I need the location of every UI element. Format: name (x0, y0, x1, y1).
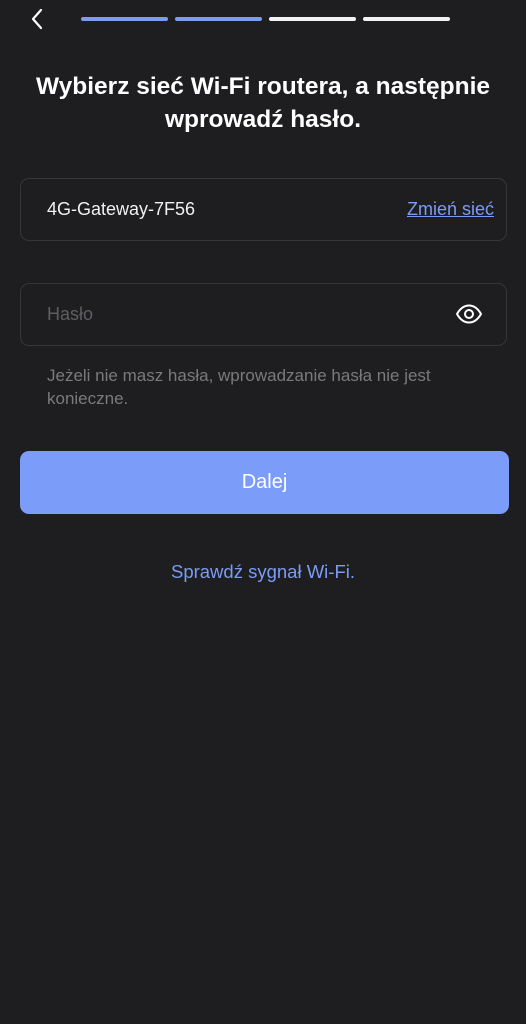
toggle-password-visibility-button[interactable] (454, 301, 484, 327)
progress-step-3 (269, 17, 356, 21)
check-wifi-signal-link[interactable]: Sprawdź sygnał Wi-Fi. (0, 561, 526, 583)
next-button[interactable]: Dalej (20, 451, 509, 514)
change-network-link[interactable]: Zmień sieć (407, 199, 494, 220)
eye-icon (456, 304, 482, 324)
progress-step-1 (81, 17, 168, 21)
progress-step-4 (363, 17, 450, 21)
page-title: Wybierz sieć Wi-Fi routera, a następnie … (35, 73, 491, 133)
top-bar (0, 0, 526, 40)
network-field: 4G-Gateway-7F56 Zmień sieć (20, 178, 507, 241)
password-hint: Jeżeli nie masz hasła, wprowadzanie hasł… (47, 366, 431, 408)
progress-step-2 (175, 17, 262, 21)
password-input[interactable] (47, 284, 447, 345)
password-field (20, 283, 507, 346)
back-button[interactable] (22, 4, 52, 34)
chevron-left-icon (31, 8, 43, 30)
step-progress (81, 17, 450, 21)
network-ssid: 4G-Gateway-7F56 (47, 199, 196, 219)
